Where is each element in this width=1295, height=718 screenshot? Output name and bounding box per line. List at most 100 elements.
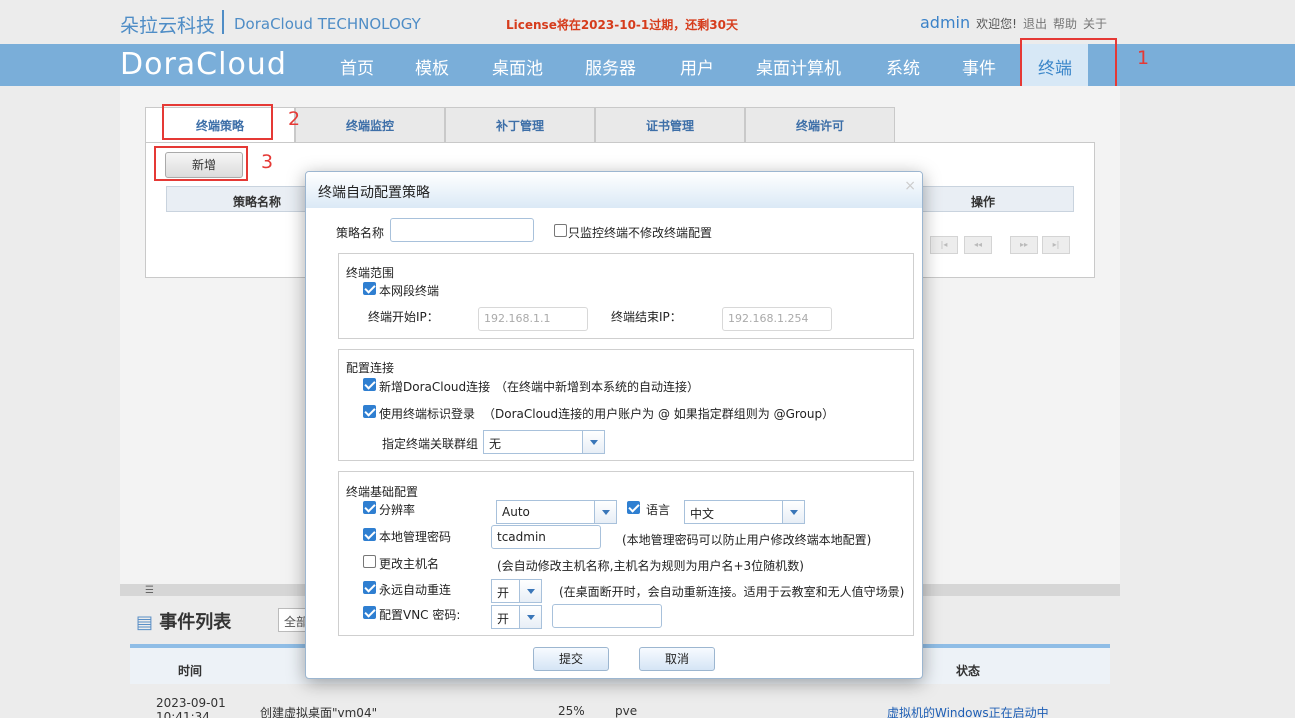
event-time: 2023-09-01 10:41:34 xyxy=(156,696,226,718)
admin-password-checkbox[interactable] xyxy=(363,528,376,541)
resolution-label: 分辨率 xyxy=(379,503,416,517)
vnc-password-input[interactable] xyxy=(552,604,662,628)
splitter-grip-icon[interactable]: ☰ xyxy=(145,585,154,596)
nav-item-system[interactable]: 系统 xyxy=(886,54,920,79)
chevron-down-icon[interactable] xyxy=(519,606,541,628)
chevron-down-icon[interactable] xyxy=(582,431,604,453)
add-connection-label: 新增DoraCloud连接 xyxy=(379,380,491,394)
dialog-header: 终端自动配置策略 × xyxy=(306,172,922,208)
auto-reconnect-select[interactable]: 开 xyxy=(491,579,542,603)
annotation-number-2: 2 xyxy=(288,108,301,130)
add-connection-checkbox[interactable] xyxy=(363,378,376,391)
vnc-select-value: 开 xyxy=(497,612,510,626)
nav-item-users[interactable]: 用户 xyxy=(680,54,714,79)
connection-legend: 配置连接 xyxy=(346,361,395,375)
submit-button[interactable]: 提交 xyxy=(533,647,609,671)
events-title: ▤ 事件列表 xyxy=(136,608,231,634)
annotation-number-1: 1 xyxy=(1137,47,1150,69)
next-page-icon[interactable]: ▸▸ xyxy=(1010,236,1038,254)
logo: DoraCloud xyxy=(120,47,287,82)
brand-divider xyxy=(222,10,224,34)
help-link[interactable]: 帮助 xyxy=(1053,17,1077,31)
auto-reconnect-checkbox[interactable] xyxy=(363,581,376,594)
column-time[interactable]: 时间 xyxy=(178,662,202,679)
policy-name-input[interactable] xyxy=(390,218,534,242)
vnc-password-checkbox[interactable] xyxy=(363,606,376,619)
auto-reconnect-hint: (在桌面断开时，会自动重新连接。适用于云教室和无人值守场景) xyxy=(559,585,905,599)
resolution-select[interactable]: Auto xyxy=(496,500,617,524)
nav-item-servers[interactable]: 服务器 xyxy=(585,54,636,79)
tab-terminal-license[interactable]: 终端许可 xyxy=(745,107,895,143)
group-select[interactable]: 无 xyxy=(483,430,605,454)
local-segment-checkbox[interactable] xyxy=(363,282,376,295)
nav-item-desktop-computers[interactable]: 桌面计算机 xyxy=(756,54,841,79)
brand-en: DoraCloud TECHNOLOGY xyxy=(234,15,421,33)
hostname-hint: (会自动修改主机名称,主机名为规则为用户名+3位随机数) xyxy=(497,559,804,573)
chevron-down-icon[interactable] xyxy=(782,501,804,523)
language-label: 语言 xyxy=(646,503,671,517)
chevron-down-icon[interactable] xyxy=(519,580,541,602)
event-server: pve xyxy=(615,704,638,718)
events-title-text: 事件列表 xyxy=(159,612,232,633)
use-terminal-id-label: 使用终端标识登录 xyxy=(379,407,476,421)
column-policy-name[interactable]: 策略名称 xyxy=(233,193,281,210)
logout-link[interactable]: 退出 xyxy=(1023,17,1047,31)
policy-name-label: 策略名称 xyxy=(336,226,385,240)
auto-reconnect-label: 永远自动重连 xyxy=(379,583,452,597)
event-description: 创建虚拟桌面"vm04" xyxy=(260,706,378,718)
column-status[interactable]: 状态 xyxy=(956,662,980,679)
close-icon[interactable]: × xyxy=(904,178,916,194)
scope-legend: 终端范围 xyxy=(346,266,395,280)
use-terminal-id-checkbox[interactable] xyxy=(363,405,376,418)
first-page-icon[interactable]: |◂ xyxy=(930,236,958,254)
tab-patch-management[interactable]: 补丁管理 xyxy=(445,107,595,143)
prev-page-icon[interactable]: ◂◂ xyxy=(964,236,992,254)
admin-password-hint: (本地管理密码可以防止用户修改终端本地配置) xyxy=(622,533,872,547)
group-label: 指定终端关联群组 xyxy=(382,437,479,451)
admin-password-input[interactable]: tcadmin xyxy=(491,525,601,549)
about-link[interactable]: 关于 xyxy=(1083,17,1107,31)
dialog-title: 终端自动配置策略 xyxy=(318,185,430,201)
annotation-box-3 xyxy=(154,146,248,181)
add-connection-hint: （在终端中新增到本系统的自动连接） xyxy=(495,380,700,394)
welcome-text: 欢迎您! xyxy=(976,17,1017,31)
language-checkbox[interactable] xyxy=(627,501,640,514)
tab-terminal-monitor[interactable]: 终端监控 xyxy=(295,107,445,143)
start-ip-input[interactable]: 192.168.1.1 xyxy=(478,307,588,331)
resolution-checkbox[interactable] xyxy=(363,501,376,514)
username[interactable]: admin xyxy=(920,13,970,32)
nav-item-desktop-pools[interactable]: 桌面池 xyxy=(492,54,543,79)
admin-password-label: 本地管理密码 xyxy=(379,530,452,544)
basic-config-legend: 终端基础配置 xyxy=(346,485,419,499)
hostname-checkbox[interactable] xyxy=(363,555,376,568)
group-select-value: 无 xyxy=(489,437,502,451)
nav-item-templates[interactable]: 模板 xyxy=(415,54,449,79)
end-ip-input[interactable]: 192.168.1.254 xyxy=(722,307,832,331)
language-select[interactable]: 中文 xyxy=(684,500,805,524)
column-actions: 操作 xyxy=(971,195,996,209)
document-icon: ▤ xyxy=(136,612,154,633)
cancel-button[interactable]: 取消 xyxy=(639,647,715,671)
monitor-only-checkbox[interactable] xyxy=(554,224,567,237)
tab-certificate-management[interactable]: 证书管理 xyxy=(595,107,745,143)
monitor-only-label: 只监控终端不修改终端配置 xyxy=(568,226,713,240)
nav-item-events[interactable]: 事件 xyxy=(962,54,996,79)
vnc-password-label: 配置VNC 密码: xyxy=(379,608,461,622)
end-ip-label: 终端结束IP： xyxy=(611,310,682,324)
annotation-box-2 xyxy=(162,104,273,140)
policy-dialog: 终端自动配置策略 × 策略名称 只监控终端不修改终端配置 终端范围 本网段终端 … xyxy=(305,171,923,679)
event-status-link[interactable]: 虚拟机的Windows正在启动中 xyxy=(887,704,1049,718)
user-box: admin 欢迎您! 退出 帮助 关于 xyxy=(920,13,1107,32)
nav-item-home[interactable]: 首页 xyxy=(340,54,374,79)
auto-reconnect-select-value: 开 xyxy=(497,586,510,600)
language-select-value: 中文 xyxy=(690,507,715,521)
use-terminal-id-hint: （DoraCloud连接的用户账户为 @ 如果指定群组则为 @Group） xyxy=(483,407,835,421)
vnc-select[interactable]: 开 xyxy=(491,605,542,629)
brand-cn: 朵拉云科技 xyxy=(120,15,216,37)
resolution-select-value: Auto xyxy=(502,505,530,519)
chevron-down-icon[interactable] xyxy=(594,501,616,523)
license-notice: License将在2023-10-1过期，还剩30天 xyxy=(506,18,738,32)
annotation-number-3: 3 xyxy=(261,151,274,173)
start-ip-label: 终端开始IP： xyxy=(368,310,439,324)
last-page-icon[interactable]: ▸| xyxy=(1042,236,1070,254)
